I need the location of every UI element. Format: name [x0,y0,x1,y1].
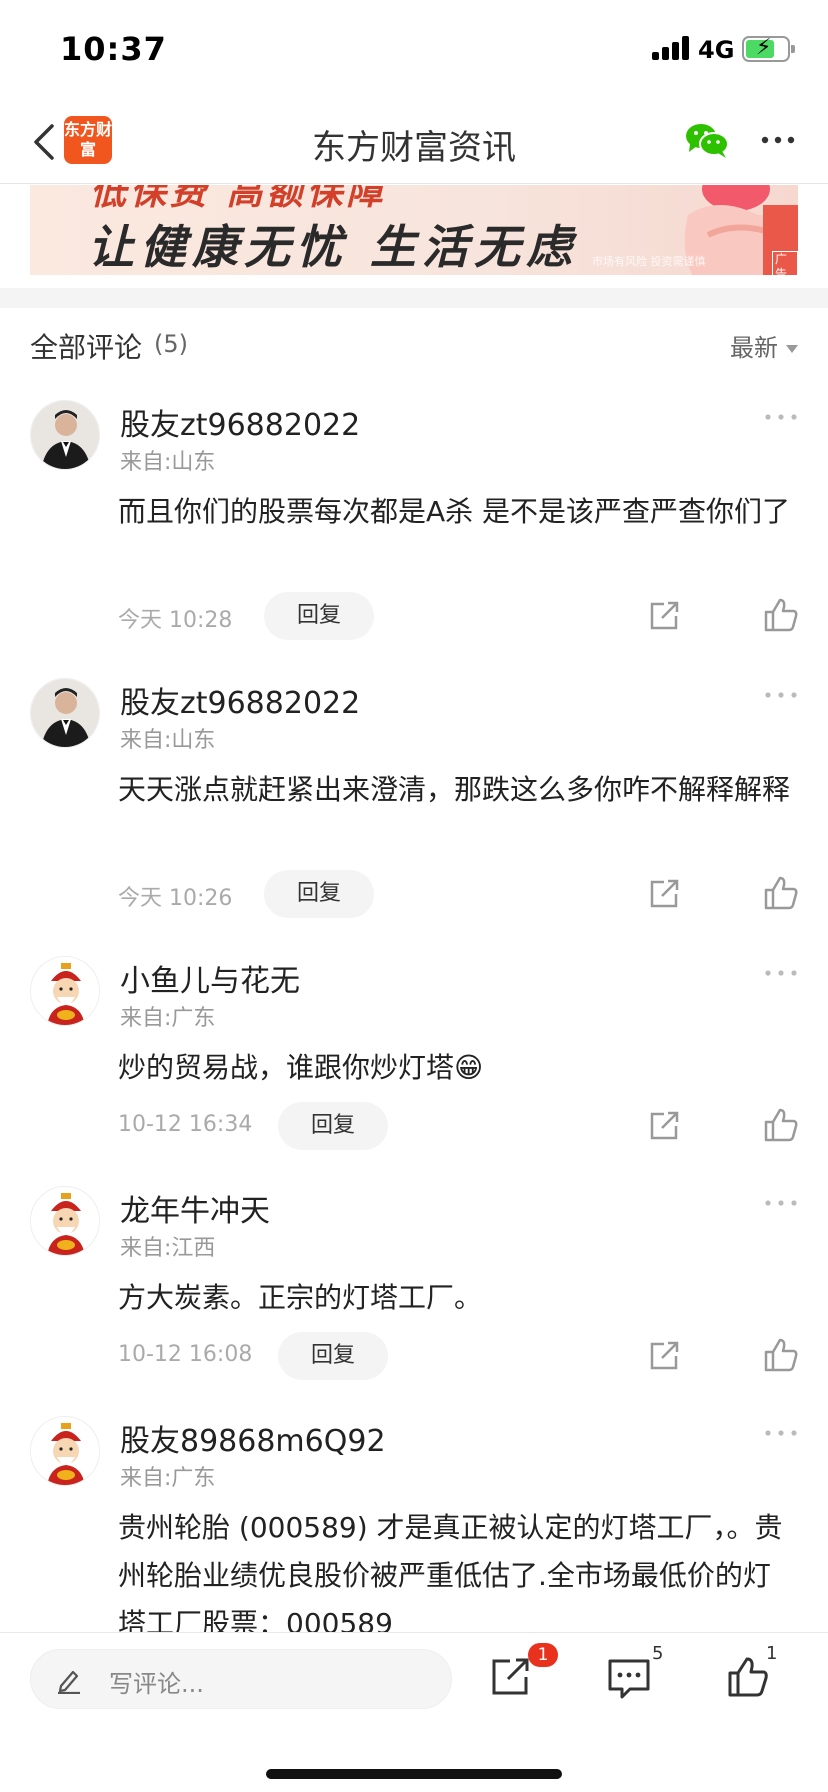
comment-item: 股友zt96882022 来自:山东 天天涨点就赶紧出来澄清，那跌这么多你咋不解… [0,678,828,928]
comment-location: 来自:江西 [120,1236,216,1261]
like-count: 1 [766,1643,778,1664]
sort-label: 最新 [730,334,778,362]
ad-disclaimer: 市场有风险 投资需谨慎 [592,255,706,268]
comment-actions: 10-12 16:08 回复 [118,1332,808,1380]
thumbs-up-icon[interactable] [762,1336,800,1374]
comment-author[interactable]: 股友zt96882022 [120,678,360,722]
comment-location: 来自:广东 [120,1006,216,1031]
comment-item: 龙年牛冲天 来自:江西 方大炭素。正宗的灯塔工厂。 10-12 16:08 回复 [0,1186,828,1380]
reply-button[interactable]: 回复 [264,592,374,640]
comment-time: 10-12 16:08 [118,1342,253,1367]
sort-dropdown[interactable]: 最新 [730,328,798,363]
comment-text: 天天涨点就赶紧出来澄清，那跌这么多你咋不解释解释 [118,773,791,806]
share-icon[interactable] [646,1338,682,1374]
comments-title: 全部评论 [30,331,143,364]
pen-icon [58,1670,80,1694]
ad-banner[interactable]: 低保费 高额保障 让健康无忧 生活无虑 市场有风险 投资需谨慎 广告 [30,185,798,275]
comment-author[interactable]: 龙年牛冲天 [120,1186,270,1230]
comment-item: 股友89868m6Q92 来自:广东 贵州轮胎 (000589) 才是真正被认定… [0,1416,828,1632]
comment-text: 方大炭素。正宗的灯塔工厂。 [118,1281,483,1314]
avatar[interactable] [30,1186,100,1256]
thumbs-up-icon[interactable] [726,1655,770,1699]
comment-author[interactable]: 小鱼儿与花无 [120,956,300,1000]
comment-actions: 今天 10:28 回复 [118,592,808,640]
comment-actions: 10-12 16:34 回复 [118,1102,808,1150]
comment-more-icon[interactable] [764,1428,798,1438]
bottom-action-bar: 写评论... 1 5 1 [0,1632,828,1792]
comment-location: 来自:山东 [120,728,216,753]
comment-time: 10-12 16:34 [118,1112,253,1137]
comment-more-icon[interactable] [764,412,798,422]
reply-button[interactable]: 回复 [278,1332,388,1380]
comment-item: 小鱼儿与花无 来自:广东 炒的贸易战，谁跟你炒灯塔😁 10-12 16:34 回… [0,956,828,1150]
share-icon[interactable] [646,598,682,634]
thumbs-up-icon[interactable] [762,596,800,634]
status-bar: 10:37 4G ⚡ [0,0,828,100]
comment-author[interactable]: 股友zt96882022 [120,400,360,444]
comments-count: (5) [154,330,188,358]
comment-actions: 今天 10:26 回复 [118,870,808,918]
wechat-icon[interactable] [684,120,730,160]
thumbs-up-icon[interactable] [762,1106,800,1144]
comment-time: 今天 10:28 [118,608,233,633]
comment-author[interactable]: 股友89868m6Q92 [120,1416,386,1460]
comment-more-icon[interactable] [764,1198,798,1208]
comment-more-icon[interactable] [764,690,798,700]
battery-icon: ⚡ [742,35,795,62]
share-icon[interactable] [646,1108,682,1144]
reply-button[interactable]: 回复 [264,870,374,918]
home-indicator [266,1769,562,1779]
share-icon[interactable] [646,876,682,912]
network-type: 4G [698,36,735,64]
write-comment-input[interactable]: 写评论... [30,1649,452,1709]
thumbs-up-icon[interactable] [762,874,800,912]
nav-bar: 东方财富 东方财富资讯 [0,100,828,184]
comment-text: 而且你们的股票每次都是A杀 是不是该严查严查你们了 [118,495,791,528]
comment-icon[interactable] [606,1657,652,1699]
more-options-icon[interactable] [758,128,798,152]
share-badge: 1 [528,1643,558,1667]
status-time: 10:37 [60,30,167,68]
avatar[interactable] [30,956,100,1026]
avatar[interactable] [30,678,100,748]
comment-item: 股友zt96882022 来自:山东 而且你们的股票每次都是A杀 是不是该严查严… [0,400,828,650]
caret-down-icon [786,345,798,353]
ad-headline: 让健康无忧 生活无虑 [88,220,579,274]
comment-location: 来自:广东 [120,1466,216,1491]
signal-icon [652,36,690,60]
comment-text: 炒的贸易战，谁跟你炒灯塔😁 [118,1051,484,1084]
avatar[interactable] [30,1416,100,1486]
ad-label: 广告 [772,251,798,275]
section-divider [0,288,828,308]
comment-text: 贵州轮胎 (000589) 才是真正被认定的灯塔工厂，。贵州轮胎业绩优良股价被严… [118,1511,783,1632]
avatar[interactable] [30,400,100,470]
comment-more-icon[interactable] [764,968,798,978]
comment-location: 来自:山东 [120,450,216,475]
comment-count: 5 [652,1643,664,1664]
comment-time: 今天 10:26 [118,886,233,911]
write-comment-placeholder: 写评论... [109,1670,204,1698]
comments-header: 全部评论 (5) 最新 [30,326,798,366]
reply-button[interactable]: 回复 [278,1102,388,1150]
share-icon[interactable] [488,1655,532,1699]
